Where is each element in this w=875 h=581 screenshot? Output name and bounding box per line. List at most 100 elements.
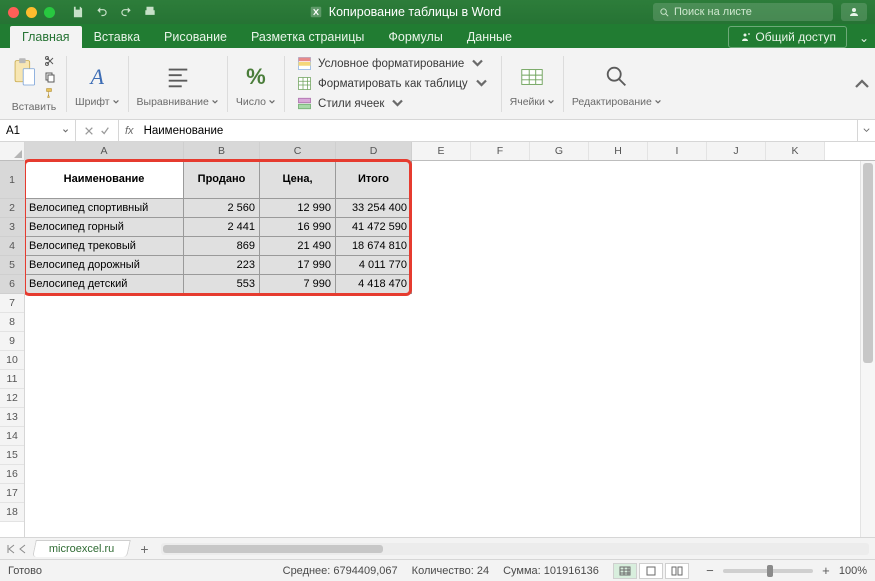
cell[interactable]: 18 674 810 [336,237,412,256]
scrollbar-thumb[interactable] [863,163,873,363]
cancel-icon[interactable] [84,126,94,136]
column-header[interactable]: B [184,142,260,160]
save-icon[interactable] [71,5,85,19]
sheet-nav-first-icon[interactable] [6,544,16,554]
column-header[interactable]: C [260,142,336,160]
cell[interactable]: 2 441 [184,218,260,237]
cell[interactable]: Велосипед спортивный [25,199,184,218]
ribbon-group-editing[interactable]: Редактирование [566,60,668,108]
row-header[interactable]: 2 [0,199,24,218]
row-header[interactable]: 17 [0,484,24,503]
tab-insert[interactable]: Вставка [82,26,152,48]
account-button[interactable] [841,3,867,21]
cell[interactable]: 16 990 [260,218,336,237]
redo-icon[interactable] [119,5,133,19]
row-header[interactable]: 1 [0,161,24,199]
column-header[interactable]: G [530,142,589,160]
row-header[interactable]: 11 [0,370,24,389]
help-button[interactable]: ⌄ [853,28,875,48]
column-header[interactable]: K [766,142,825,160]
collapse-ribbon-button[interactable] [853,75,871,93]
conditional-formatting-button[interactable]: Условное форматирование [293,55,493,72]
add-sheet-button[interactable]: + [133,540,155,558]
cell[interactable]: Велосипед детский [25,275,184,294]
view-page-layout-button[interactable] [639,563,663,579]
cell-c1[interactable]: Цена, [260,161,336,199]
column-header[interactable]: D [336,142,412,160]
column-header[interactable]: A [25,142,184,160]
column-header[interactable]: I [648,142,707,160]
row-header[interactable]: 15 [0,446,24,465]
cell-a1[interactable]: Наименование [25,161,184,199]
fx-label[interactable]: fx [125,125,134,137]
cell[interactable]: 4 418 470 [336,275,412,294]
name-box-input[interactable] [6,125,62,137]
cell[interactable]: Велосипед дорожный [25,256,184,275]
sheet-tab[interactable]: microexcel.ru [32,540,131,557]
cell[interactable]: 21 490 [260,237,336,256]
ribbon-group-font[interactable]: A Шрифт [69,60,126,108]
cell[interactable]: 553 [184,275,260,294]
scrollbar-thumb[interactable] [163,545,383,553]
zoom-out-button[interactable]: − [703,564,717,578]
column-header[interactable]: H [589,142,648,160]
row-header[interactable]: 5 [0,256,24,275]
cell[interactable]: 12 990 [260,199,336,218]
tab-formulas[interactable]: Формулы [376,26,454,48]
tab-page-layout[interactable]: Разметка страницы [239,26,376,48]
ribbon-group-cells[interactable]: Ячейки [504,60,561,108]
tab-draw[interactable]: Рисование [152,26,239,48]
cell[interactable]: Велосипед горный [25,218,184,237]
ribbon-group-alignment[interactable]: Выравнивание [131,60,225,108]
spreadsheet-grid[interactable]: 1 2 3 4 5 6 7 8 9 10 11 12 13 14 15 16 1… [0,142,875,537]
format-as-table-button[interactable]: Форматировать как таблицу [293,75,493,92]
horizontal-scrollbar[interactable] [161,543,869,555]
sheet-nav-prev-icon[interactable] [18,544,28,554]
zoom-in-button[interactable]: + [819,564,833,578]
cell[interactable]: 2 560 [184,199,260,218]
cell-d1[interactable]: Итого [336,161,412,199]
row-header[interactable]: 18 [0,503,24,522]
sheet-search[interactable] [653,3,833,21]
row-header[interactable]: 13 [0,408,24,427]
cell[interactable]: 869 [184,237,260,256]
cell[interactable]: 7 990 [260,275,336,294]
close-window-button[interactable] [8,7,19,18]
row-header[interactable]: 7 [0,294,24,313]
column-header[interactable]: F [471,142,530,160]
row-header[interactable]: 10 [0,351,24,370]
column-header[interactable]: J [707,142,766,160]
row-header[interactable]: 16 [0,465,24,484]
cell-styles-button[interactable]: Стили ячеек [293,95,493,112]
share-button[interactable]: Общий доступ [728,26,847,48]
tab-data[interactable]: Данные [455,26,524,48]
row-header[interactable]: 4 [0,237,24,256]
cut-icon[interactable] [42,55,58,67]
ribbon-group-number[interactable]: % Число [230,60,282,108]
view-page-break-button[interactable] [665,563,689,579]
cell[interactable]: 33 254 400 [336,199,412,218]
name-box[interactable] [0,120,76,141]
format-painter-icon[interactable] [42,87,58,99]
tab-home[interactable]: Главная [10,26,82,48]
cell[interactable]: 41 472 590 [336,218,412,237]
maximize-window-button[interactable] [44,7,55,18]
check-icon[interactable] [100,126,110,136]
row-header[interactable]: 12 [0,389,24,408]
print-icon[interactable] [143,5,157,19]
row-header[interactable]: 3 [0,218,24,237]
cell[interactable]: 223 [184,256,260,275]
zoom-slider-knob[interactable] [767,565,773,577]
cells[interactable]: Наименование Продано Цена, Итого Велосип… [25,161,875,294]
cell[interactable]: 17 990 [260,256,336,275]
copy-icon[interactable] [42,71,58,83]
row-header[interactable]: 9 [0,332,24,351]
row-header[interactable]: 14 [0,427,24,446]
search-input[interactable] [674,6,827,18]
zoom-level[interactable]: 100% [839,565,867,577]
undo-icon[interactable] [95,5,109,19]
chevron-down-icon[interactable] [62,127,69,135]
cell[interactable]: 4 011 770 [336,256,412,275]
column-header[interactable]: E [412,142,471,160]
formula-input[interactable] [140,125,857,137]
